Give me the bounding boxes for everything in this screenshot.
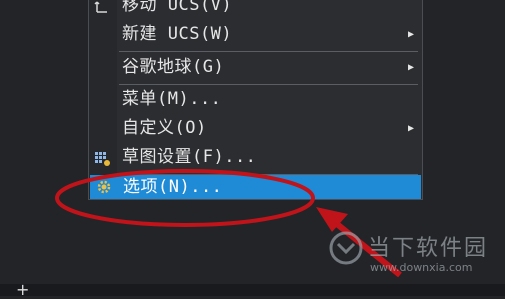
watermark-url: www.downxia.com [370, 261, 473, 274]
watermark: 当下软件园 www.downxia.com [328, 228, 498, 288]
status-bar: + [0, 280, 505, 299]
highlight-ellipse [55, 169, 315, 227]
plus-icon[interactable]: + [16, 280, 29, 299]
watermark-logo-icon [329, 231, 363, 265]
watermark-name: 当下软件园 [368, 236, 489, 261]
